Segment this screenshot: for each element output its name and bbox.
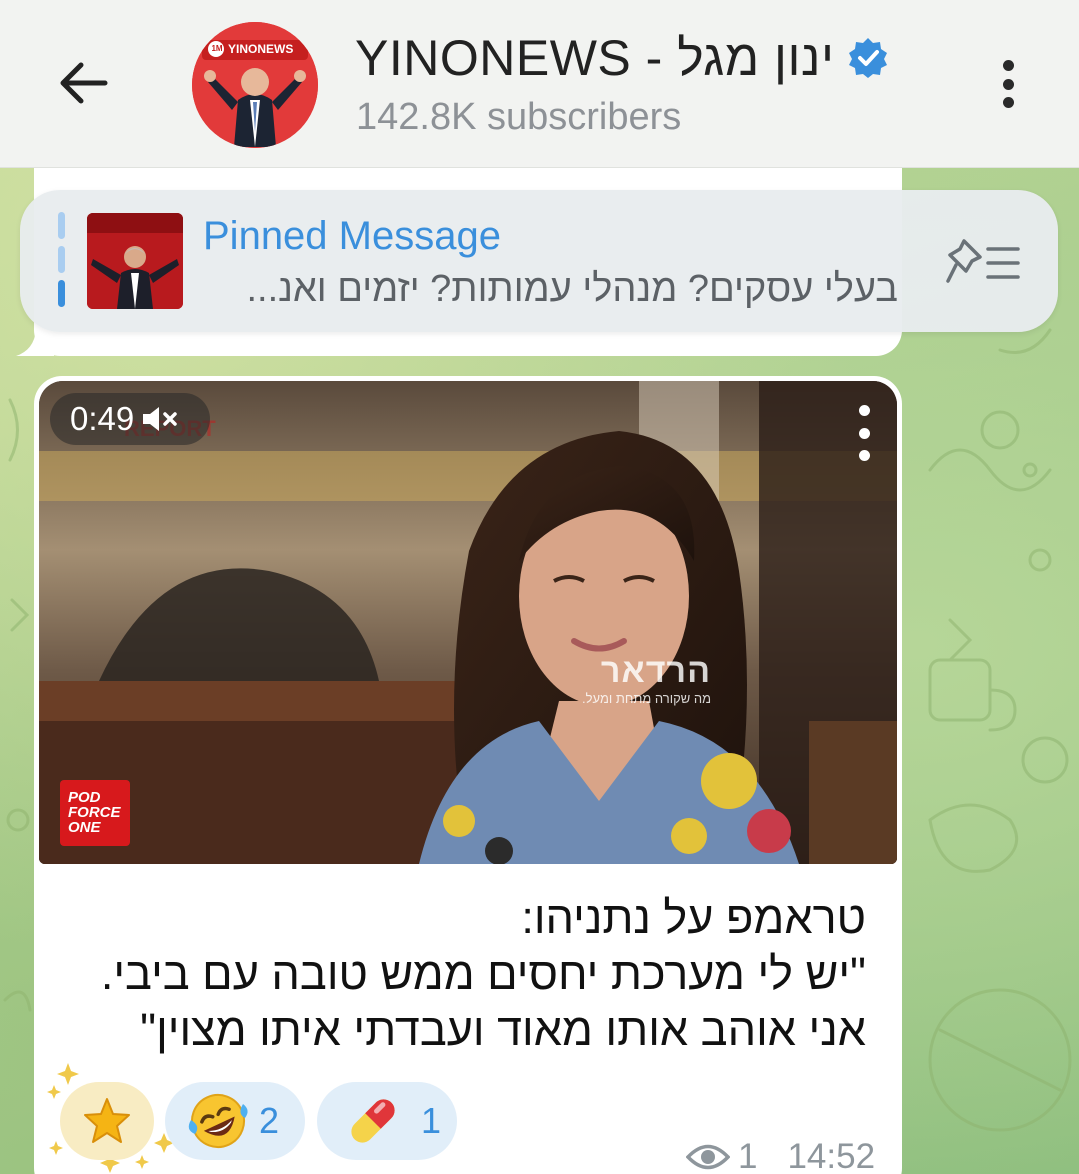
caption-line: "יש לי מערכת יחסים ממש טובה עם ביבי. [100, 948, 866, 999]
eye-icon [686, 1144, 730, 1170]
view-count: 1 [738, 1137, 758, 1174]
video-player[interactable]: REPORT [39, 381, 897, 864]
rofl-face-icon [188, 1094, 248, 1148]
pinned-title: Pinned Message [203, 214, 501, 258]
video-options-button[interactable] [852, 405, 876, 461]
subscriber-count: 142.8K subscribers [356, 96, 682, 138]
reaction-count: 2 [259, 1100, 280, 1141]
watermark-logo: הרדאר [600, 652, 712, 690]
reaction-count: 1 [421, 1100, 442, 1141]
dot-icon [858, 427, 870, 439]
watermark-tagline: מה שקורה מתחת ומעל. [582, 691, 712, 706]
podcast-logo-badge: POD FORCE ONE [60, 780, 130, 846]
video-watermark: הרדאר מה שקורה מתחת ומעל. [582, 652, 711, 706]
reaction-rofl[interactable]: 2 [165, 1082, 305, 1160]
channel-avatar[interactable]: 1M YINONEWS [192, 22, 318, 148]
pinned-list-button[interactable] [944, 237, 1024, 289]
pinned-thumbnail [87, 213, 183, 309]
video-duration: 0:49 [70, 400, 135, 437]
pinned-preview-text: בעלי עסקים? מנהלי עמותות? יזמים ואנ... [246, 268, 898, 310]
dot-icon [1002, 97, 1014, 108]
chat-header: 1M YINONEWS YINONEWS - ינון מגל 142.8K s… [0, 0, 1079, 168]
channel-name: YINONEWS - ינון מגל [355, 30, 835, 86]
reaction-pill[interactable]: 1 [317, 1082, 457, 1160]
channel-title[interactable]: YINONEWS - ינון מגל [355, 28, 890, 88]
pin-list-icon [946, 239, 1020, 283]
message-caption: טראמפ על נתניהו: "יש לי מערכת יחסים ממש … [60, 890, 866, 1058]
dot-icon [1002, 78, 1014, 90]
avatar-badge-text: YINONEWS [228, 42, 294, 56]
message-meta: 1 14:52 [686, 1135, 875, 1174]
video-duration-badge[interactable]: 0:49 [50, 393, 210, 445]
star-icon [84, 1098, 130, 1143]
muted-icon [143, 407, 177, 431]
bubble-tail [16, 330, 54, 356]
caption-line: אני אוהב אותו מאוד ועבדתי איתו מצוין" [140, 1004, 866, 1055]
reaction-star[interactable] [60, 1082, 154, 1160]
avatar-image [192, 22, 318, 148]
more-options-button[interactable] [988, 54, 1028, 114]
dot-icon [858, 405, 870, 416]
back-button[interactable] [50, 50, 116, 116]
dot-icon [1002, 60, 1014, 71]
pill-icon [351, 1099, 395, 1143]
pinned-thumbnail-image [87, 213, 183, 309]
pinned-indicator [58, 212, 66, 307]
verified-badge-icon [849, 38, 888, 78]
video-frame: REPORT [39, 381, 897, 864]
arrow-left-icon [60, 62, 108, 104]
caption-line: טראמפ על נתניהו: [521, 892, 866, 943]
avatar-badge-count: 1M [211, 44, 223, 53]
dot-icon [858, 450, 870, 461]
message-time: 14:52 [787, 1137, 876, 1174]
